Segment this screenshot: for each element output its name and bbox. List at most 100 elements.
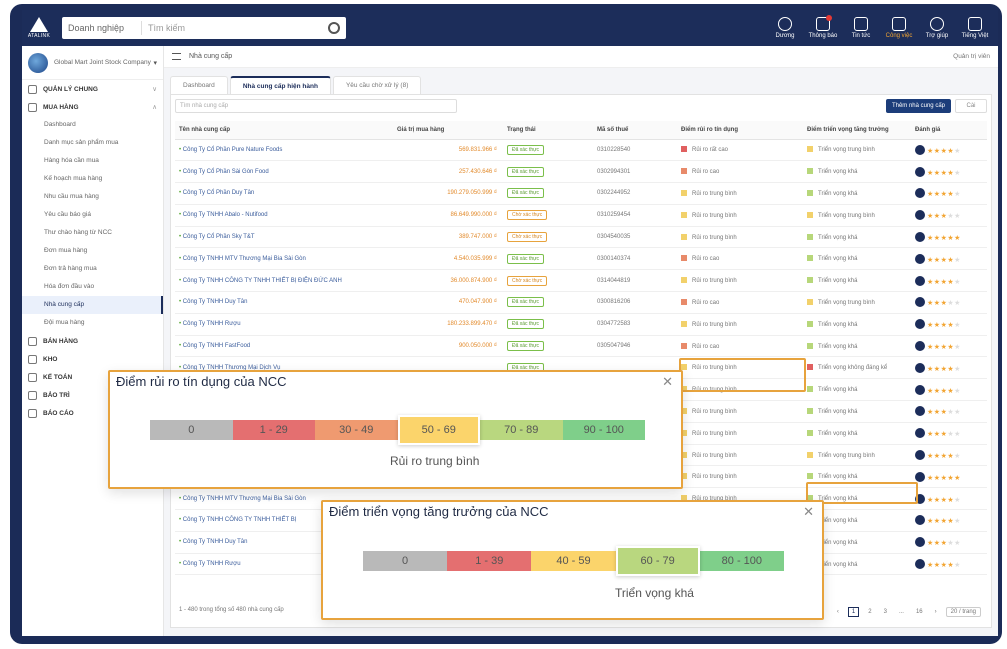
growth-cell[interactable]: Triển vọng khá [803,247,911,271]
growth-cell[interactable]: Triển vọng trung bình [803,139,911,162]
sidebar-item[interactable]: Dashboard [22,116,163,134]
column-header[interactable]: Trạng thái [503,121,593,140]
tab[interactable]: Yêu cầu chờ xử lý (8) [332,76,422,94]
search-input[interactable]: Tìm kiếm [142,23,328,33]
settings-dropdown[interactable]: Cài [955,99,987,113]
sidebar-item[interactable]: Hóa đơn đầu vào [22,278,163,296]
page-button[interactable]: ... [896,608,907,616]
risk-cell[interactable]: Rủi ro trung bình [677,313,803,336]
table-row[interactable]: Công Ty TNHH CÔNG TY TNHH THIẾT BỊ ĐIỆN … [175,269,987,293]
table-row[interactable]: Công Ty Cổ Phần Duy Tân190.279.050.999 ₫… [175,182,987,205]
close-icon[interactable]: ✕ [803,504,814,520]
supplier-name[interactable]: Công Ty TNHH Rượu [175,313,393,336]
supplier-name[interactable]: Công Ty Cổ Phần Pure Nature Foods [175,139,393,162]
sidebar-item[interactable]: Kế hoạch mua hàng [22,170,163,188]
growth-cell[interactable]: Triển vọng trung bình [803,444,911,467]
sidebar-item[interactable]: Đội mua hàng [22,314,163,332]
search-scope-select[interactable]: Doanh nghiệp [68,21,142,35]
sidebar-section-other[interactable]: KHO [22,350,163,368]
table-row[interactable]: Công Ty TNHH MTV Thương Mại Bia Sài Gòn4… [175,247,987,271]
sidebar-item[interactable]: Đơn mua hàng [22,242,163,260]
topbar-action-2[interactable]: Tin tức [842,10,880,46]
risk-cell[interactable]: Rủi ro trung bình [677,182,803,205]
supplier-name[interactable]: Công Ty Cổ Phần Sky T&T [175,226,393,249]
sidebar-section-other[interactable]: BÁN HÀNG [22,332,163,350]
page-button[interactable]: 2 [865,608,874,616]
risk-cell[interactable]: Rủi ro trung bình [677,269,803,293]
growth-cell[interactable]: Triển vọng khá [803,269,911,293]
sidebar-section-0[interactable]: QUẢN LÝ CHUNG ∨ [22,80,163,98]
menu-icon[interactable] [172,53,181,60]
growth-cell[interactable]: Triển vọng khá [803,226,911,249]
topbar-action-1[interactable]: Thông báo [804,10,842,46]
sidebar-section-1[interactable]: MUA HÀNG ∧ [22,98,163,116]
growth-cell[interactable]: Triển vọng khá [803,335,911,358]
growth-cell[interactable]: Triển vọng khá [803,378,911,402]
column-header[interactable]: Điểm rủi ro tín dụng [677,121,803,140]
risk-cell[interactable]: Rủi ro cao [677,335,803,358]
risk-cell[interactable]: Rủi ro cao [677,291,803,314]
growth-cell[interactable]: Triển vọng trung bình [803,291,911,314]
risk-cell[interactable]: Rủi ro trung bình [677,422,803,445]
supplier-name[interactable]: Công Ty TNHH Duy Tân [175,291,393,314]
sidebar-item[interactable]: Đơn trả hàng mua [22,260,163,278]
growth-cell[interactable]: Triển vọng khá [803,400,911,423]
page-button[interactable]: 16 [913,608,926,616]
chevron-right-icon[interactable]: › [932,608,940,616]
supplier-name[interactable]: Công Ty Cổ Phần Duy Tân [175,182,393,205]
growth-cell[interactable]: Triển vọng khá [803,313,911,336]
atalink-logo[interactable]: ATALINK [22,10,56,46]
column-header[interactable]: Mã số thuế [593,121,677,140]
add-supplier-button[interactable]: Thêm nhà cung cấp [885,99,951,113]
supplier-name[interactable]: Công Ty Cổ Phần Sài Gòn Food [175,160,393,184]
chevron-left-icon[interactable]: ‹ [834,608,842,616]
risk-cell[interactable]: Rủi ro trung bình [677,465,803,489]
risk-cell[interactable]: Rủi ro trung bình [677,444,803,467]
supplier-filter-input[interactable]: Tìm nhà cung cấp [175,99,457,113]
page-button[interactable]: 3 [881,608,890,616]
table-row[interactable]: Công Ty TNHH Rượu180.233.899.470 ₫ Đã xác… [175,313,987,336]
sidebar-item[interactable]: Danh mục sản phẩm mua [22,134,163,152]
growth-cell[interactable]: Triển vọng không đáng kể [803,356,911,380]
supplier-name[interactable]: Công Ty TNHH MTV Thương Mại Bia Sài Gòn [175,247,393,271]
sidebar-item[interactable]: Nhà cung cấp [22,296,163,314]
close-icon[interactable]: ✕ [662,374,673,390]
company-switcher[interactable]: Global Mart Joint Stock Company ▾ [22,46,163,80]
growth-cell[interactable]: Triển vọng khá [803,160,911,184]
sidebar-item[interactable]: Yêu cầu báo giá [22,206,163,224]
growth-cell[interactable]: Triển vọng khá [803,182,911,205]
sidebar-item[interactable]: Nhu cầu mua hàng [22,188,163,206]
admin-link[interactable]: Quản trị viên [953,53,990,60]
growth-cell[interactable]: Triển vọng khá [803,422,911,445]
search-icon[interactable] [328,22,340,34]
risk-cell[interactable]: Rủi ro trung bình [677,204,803,227]
topbar-action-5[interactable]: Tiếng Việt [956,10,994,46]
risk-cell[interactable]: Rủi ro trung bình [677,226,803,249]
topbar-action-3[interactable]: Công việc [880,10,918,46]
table-row[interactable]: Công Ty TNHH Abalo - Nutifood86.649.990.… [175,204,987,227]
risk-cell[interactable]: Rủi ro trung bình [677,400,803,423]
tab[interactable]: Dashboard [170,76,228,94]
supplier-name[interactable]: Công Ty TNHH FastFood [175,335,393,358]
growth-cell[interactable]: Triển vọng trung bình [803,204,911,227]
sidebar-item[interactable]: Hàng hóa cần mua [22,152,163,170]
per-page-select[interactable]: 20 / trang [945,607,981,617]
column-header[interactable]: Tên nhà cung cấp [175,121,393,140]
sidebar-item[interactable]: Thư chào hàng từ NCC [22,224,163,242]
column-header[interactable]: Giá trị mua hàng [393,121,503,140]
column-header[interactable]: Điểm triển vọng tăng trưởng [803,121,911,140]
topbar-action-0[interactable]: Dương [766,10,804,46]
table-row[interactable]: Công Ty Cổ Phần Sky T&T389.747.000 ₫ Chờ … [175,226,987,249]
table-row[interactable]: Công Ty Cổ Phần Pure Nature Foods569.831… [175,139,987,162]
table-row[interactable]: Công Ty TNHH FastFood900.050.000 ₫ Đã xác… [175,335,987,358]
page-button[interactable]: 1 [847,607,860,617]
risk-cell[interactable]: Rủi ro cao [677,160,803,184]
column-header[interactable]: Đánh giá [911,121,987,140]
risk-cell[interactable]: Rủi ro rất cao [677,139,803,162]
supplier-name[interactable]: Công Ty TNHH Abalo - Nutifood [175,204,393,227]
table-row[interactable]: Công Ty TNHH Duy Tân470.047.900 ₫ Đã xác … [175,291,987,314]
supplier-name[interactable]: Công Ty TNHH CÔNG TY TNHH THIẾT BỊ ĐIỆN … [175,269,393,293]
topbar-action-4[interactable]: Trợ giúp [918,10,956,46]
table-row[interactable]: Công Ty Cổ Phần Sài Gòn Food257.430.646 … [175,160,987,184]
risk-cell[interactable]: Rủi ro cao [677,247,803,271]
